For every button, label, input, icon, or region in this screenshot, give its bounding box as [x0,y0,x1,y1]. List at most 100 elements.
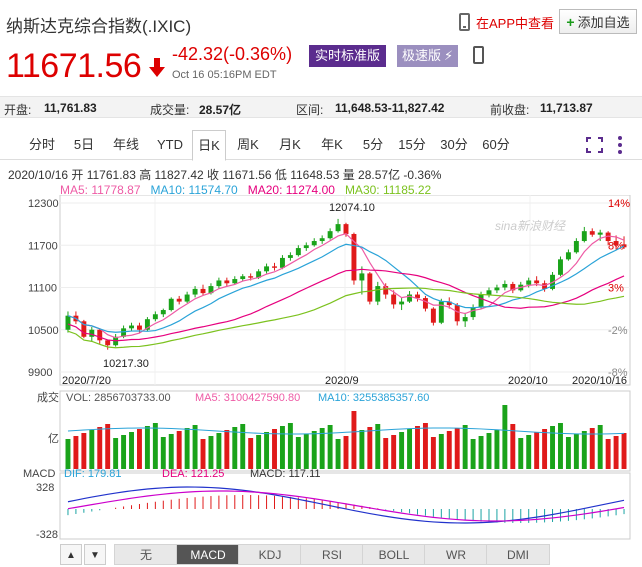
indicator-无[interactable]: 无 [114,544,178,565]
y-tick-label: 11100 [28,283,57,295]
tab-9[interactable]: 15分 [392,130,432,160]
price-change: -42.32(-0.36%) [172,44,293,64]
pct-tick-label: 3% [608,283,624,295]
candle-body [597,232,603,235]
tab-11[interactable]: 60分 [476,130,516,160]
candle-body [319,238,325,242]
indicator-kdj[interactable]: KDJ [238,544,302,565]
candle-body [422,298,428,309]
volume-bar [232,427,238,469]
candle-body [287,255,293,258]
candle-body [97,329,103,341]
macd-value: MACD: 117.11 [250,468,321,480]
pct-tick-label: -2% [608,325,628,337]
volume-bar [272,429,277,469]
candle-body [407,294,413,302]
kline-chart[interactable]: 12300 14%11700 8%11100 3%10500 -2%9900 -8%sin… [0,195,642,541]
indicator-bar: ▲ ▼ 无 MACD KDJ RSI BOLL WR DMI [0,541,642,567]
volume-bar [542,429,548,469]
period-tabs: 分时 5日 年线 YTD 日K 周K 月K 年K 5分 15分 30分 60分 [0,130,642,161]
volume-bar [65,439,71,469]
vol-ma10: MA10: 3255385357.60 [318,392,429,404]
more-menu-icon[interactable] [617,135,623,155]
volume-bar [73,436,79,469]
open-in-app-link[interactable]: 在APP中查看 [459,10,554,34]
candle-body [399,301,405,305]
volume-bar [176,431,182,469]
fast-version-button[interactable]: 极速版 ⚡ [397,45,459,67]
volume-bar [430,437,436,469]
pct-tick-label: 14% [608,198,630,210]
quote-time: Oct 16 05:16PM EDT [172,69,277,81]
volume-bar [129,432,134,469]
indicator-macd[interactable]: MACD [176,544,240,565]
tab-1[interactable]: 5日 [64,130,104,160]
volume-bar [264,432,270,469]
candle-body [240,276,246,280]
candle-body [176,298,182,302]
candle-body [264,266,270,272]
candle-body [367,273,373,302]
tab-4[interactable]: 日K [192,130,226,161]
volume-bar [121,435,127,469]
candle-body [152,314,158,320]
tab-3[interactable]: YTD [148,130,192,160]
volume-bar [192,425,198,469]
ma5-line [67,233,625,339]
candle-body [89,329,95,337]
volume-bar [335,439,341,469]
scroll-down-button[interactable]: ▼ [84,544,106,565]
candle-body [327,231,333,239]
prev-close-value: 11,713.87 [540,101,593,115]
tab-6[interactable]: 月K [270,130,310,160]
candle-body [375,286,381,302]
down-arrow-icon [149,58,165,77]
ma10-line [67,243,625,333]
y-tick-label: 12300 [28,198,59,210]
volume-bar [494,430,500,469]
volume-unit: 亿 [48,432,59,445]
candle-body [279,257,285,268]
volume-label: 成交 [37,390,59,404]
volume-bar [526,435,532,469]
volume-bar [152,423,158,469]
candle-body [558,259,563,275]
candle-body [526,280,532,285]
fullscreen-icon[interactable] [586,137,603,153]
indicator-rsi[interactable]: RSI [300,544,364,565]
candle-body [272,266,277,268]
volume-bar [224,430,230,469]
tab-7[interactable]: 年K [310,130,354,160]
candle-body [589,231,595,235]
tab-10[interactable]: 30分 [432,130,476,160]
indicator-wr[interactable]: WR [424,544,488,565]
candle-body [137,325,142,330]
volume-bar [256,435,262,469]
add-watchlist-label: 添加自选 [577,15,630,30]
volume-bar [303,434,309,469]
volume-bar [462,425,468,469]
volume-bar [621,433,627,469]
tab-5[interactable]: 周K [226,130,270,160]
indicator-dmi[interactable]: DMI [486,544,550,565]
low-annotation: 10217.30 [103,358,149,370]
macd-dif: DIF: 179.81 [64,468,121,480]
tab-8[interactable]: 5分 [354,130,392,160]
candle-body [216,280,222,287]
add-watchlist-button[interactable]: + 添加自选 [559,9,637,34]
indicator-boll[interactable]: BOLL [362,544,426,565]
tab-2[interactable]: 年线 [104,130,148,160]
tab-0[interactable]: 分时 [20,130,64,160]
candle-body [573,241,579,253]
volume-bar [399,432,405,469]
scroll-up-button[interactable]: ▲ [60,544,82,565]
volume-bar [351,411,357,469]
candle-body [343,224,349,234]
volume-value: 28.57亿 [199,103,242,117]
volume-bar [573,434,579,469]
volume-bar [438,434,444,469]
volume-bar [613,436,619,469]
realtime-standard-button[interactable]: 实时标准版 [309,45,387,67]
current-price: 11671.56 [6,47,142,85]
mobile-icon[interactable] [473,46,484,64]
